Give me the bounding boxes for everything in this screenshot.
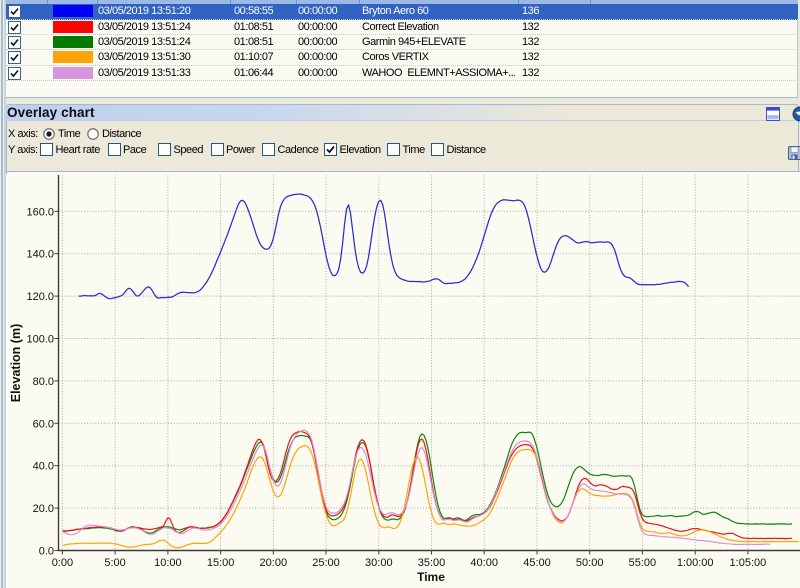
svg-text:35:00: 35:00 [418,557,446,569]
svg-text:1:00:00: 1:00:00 [677,557,714,569]
svg-text:40:00: 40:00 [470,557,498,569]
svg-text:Time: Time [417,570,445,584]
svg-text:20:00: 20:00 [260,557,288,569]
svg-text:100.0: 100.0 [26,334,54,346]
svg-text:120.0: 120.0 [26,291,54,303]
svg-text:60.0: 60.0 [33,418,54,430]
svg-text:10:00: 10:00 [154,557,182,569]
svg-text:0:00: 0:00 [52,557,73,569]
svg-text:45:00: 45:00 [523,557,551,569]
svg-text:40.0: 40.0 [33,461,54,473]
svg-text:55:00: 55:00 [629,557,657,569]
svg-text:30:00: 30:00 [365,557,393,569]
svg-text:Elevation (m): Elevation (m) [9,324,23,403]
svg-text:160.0: 160.0 [26,206,54,218]
svg-text:15:00: 15:00 [207,557,235,569]
svg-text:0.0: 0.0 [39,546,54,558]
svg-text:5:00: 5:00 [104,557,125,569]
svg-text:80.0: 80.0 [33,376,54,388]
svg-text:25:00: 25:00 [312,557,340,569]
svg-text:50:00: 50:00 [576,557,604,569]
svg-text:20.0: 20.0 [33,503,54,515]
svg-text:1:05:00: 1:05:00 [730,557,767,569]
svg-text:140.0: 140.0 [26,249,54,261]
